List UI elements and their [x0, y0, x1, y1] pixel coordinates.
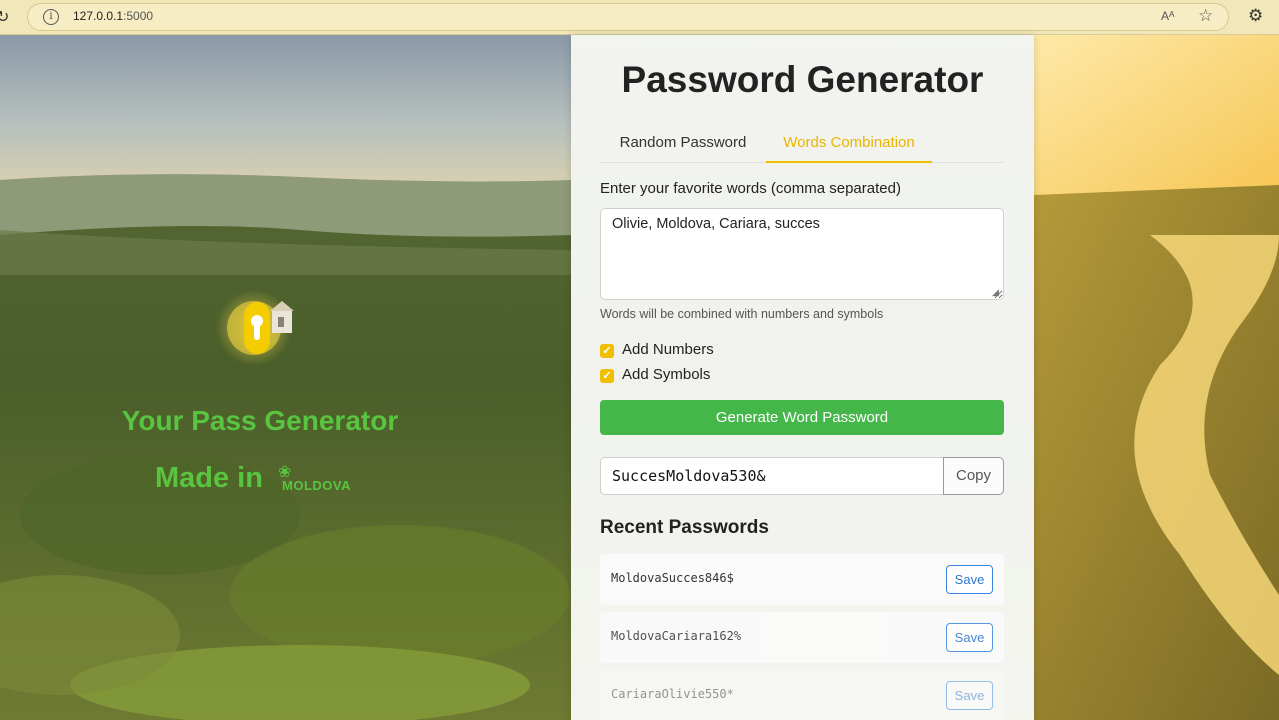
save-button[interactable]: Save — [946, 623, 993, 652]
address-bar[interactable]: i 127.0.0.1:5000 Aᴬ ☆ — [27, 3, 1229, 31]
recent-password-value: CariaraOlivie550* — [611, 687, 734, 701]
add-numbers-checkbox[interactable]: ✓ Add Numbers — [600, 341, 800, 361]
add-symbols-label[interactable]: Add Symbols — [622, 366, 710, 383]
reload-icon[interactable]: ↻ — [0, 7, 9, 26]
favorite-star-icon[interactable]: ☆ — [1198, 6, 1213, 26]
add-symbols-checkbox[interactable]: ✓ Add Symbols — [600, 366, 800, 386]
recent-password-value: MoldovaSucces846$ — [611, 571, 734, 585]
words-hint: Words will be combined with numbers and … — [600, 307, 884, 321]
moldova-logo: ❀ MOLDOVA — [276, 462, 366, 494]
words-label: Enter your favorite words (comma separat… — [600, 180, 901, 197]
generate-word-password-button[interactable]: Generate Word Password — [600, 400, 1004, 435]
tab-words-combination[interactable]: Words Combination — [766, 125, 932, 163]
tab-random-password[interactable]: Random Password — [600, 125, 766, 163]
tab-bar: Random Password Words Combination — [600, 125, 1004, 163]
page-title: Password Generator — [621, 59, 984, 100]
keyhole-logo — [214, 289, 300, 367]
moldova-wordmark: MOLDOVA — [282, 478, 351, 493]
save-button[interactable]: Save — [946, 681, 993, 710]
checkbox-checked-icon[interactable]: ✓ — [600, 369, 614, 383]
recent-password-row: MoldovaSucces846$ Save — [600, 554, 1004, 605]
recent-password-row: CariaraOlivie550* Save — [600, 670, 1004, 720]
extensions-icon[interactable]: ⚙ — [1248, 6, 1263, 26]
site-info-icon[interactable]: i — [43, 9, 59, 25]
password-generator-card: Password Generator Random Password Words… — [571, 35, 1034, 720]
recent-passwords-heading: Recent Passwords — [600, 517, 769, 538]
generated-password-field[interactable]: SuccesMoldova530& — [600, 457, 944, 495]
save-button[interactable]: Save — [946, 565, 993, 594]
address-url[interactable]: 127.0.0.1:5000 — [73, 9, 153, 23]
copy-button[interactable]: Copy — [943, 457, 1004, 495]
add-numbers-label[interactable]: Add Numbers — [622, 341, 714, 358]
words-input[interactable]: Olivie, Moldova, Cariara, succes — [600, 208, 1004, 300]
recent-password-value: MoldovaCariara162% — [611, 629, 742, 643]
resize-handle-icon[interactable]: ◢ — [992, 288, 999, 298]
hero-title: Your Pass Generator — [121, 405, 399, 436]
recent-password-row: MoldovaCariara162% Save — [600, 612, 1004, 663]
read-aloud-icon[interactable]: Aᴬ — [1161, 9, 1174, 23]
checkbox-checked-icon[interactable]: ✓ — [600, 344, 614, 358]
browser-toolbar: ↻ i 127.0.0.1:5000 Aᴬ ☆ ⚙ — [0, 0, 1279, 35]
made-in-text: Made in — [155, 462, 263, 494]
